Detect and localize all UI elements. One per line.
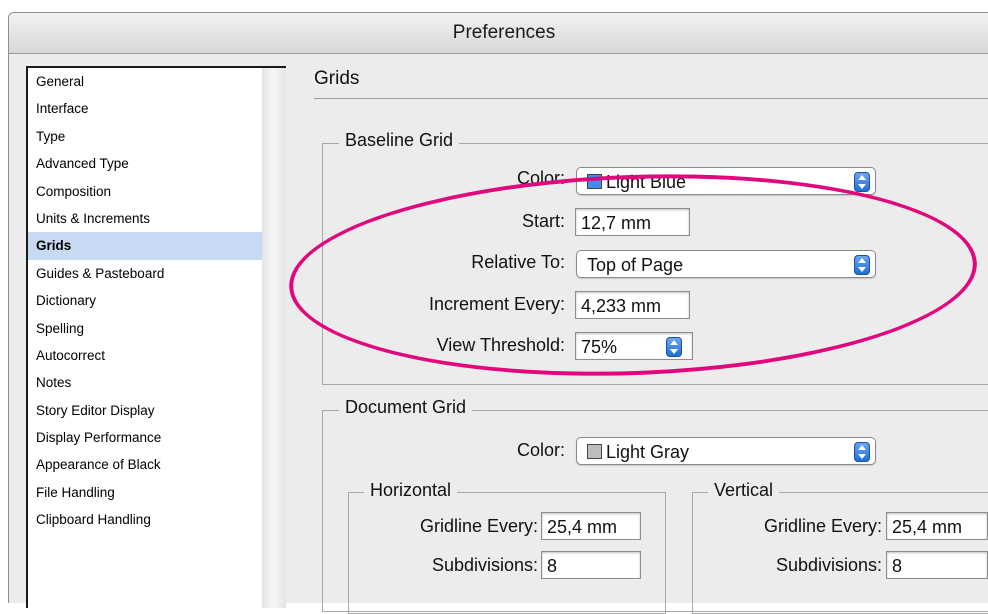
view-threshold-label: View Threshold: <box>436 335 565 355</box>
sidebar-item-guides-pasteboard[interactable]: Guides & Pasteboard <box>28 260 262 287</box>
sidebar-scrollbar[interactable] <box>262 66 286 608</box>
sidebar-item-general[interactable]: General <box>28 68 262 95</box>
horizontal-subdivisions-field[interactable]: 8 <box>541 551 641 579</box>
relative-to-label: Relative To: <box>471 252 565 272</box>
sidebar-item-file-handling[interactable]: File Handling <box>28 479 262 506</box>
view-threshold-field[interactable]: 75% <box>575 332 693 360</box>
vertical-subdivisions-field[interactable]: 8 <box>886 551 988 579</box>
sidebar-item-grids[interactable]: Grids <box>28 232 262 260</box>
baseline-color-label: Color: <box>516 168 565 188</box>
sidebar-item-clipboard-handling[interactable]: Clipboard Handling <box>28 506 262 533</box>
baseline-color-value: Light Blue <box>606 172 687 192</box>
sidebar-item-dictionary[interactable]: Dictionary <box>28 287 262 314</box>
document-color-value: Light Gray <box>606 442 690 462</box>
horizontal-gridline-label: Gridline Every: <box>419 516 538 536</box>
increment-every-label: Increment Every: <box>428 294 565 314</box>
window-title: Preferences <box>9 13 988 54</box>
horizontal-subdivisions-label: Subdivisions: <box>431 555 538 575</box>
preferences-category-list[interactable]: General Interface Type Advanced Type Com… <box>26 66 264 608</box>
document-color-label: Color: <box>516 440 565 460</box>
sidebar-item-appearance-of-black[interactable]: Appearance of Black <box>28 451 262 478</box>
popup-arrows-icon <box>854 255 870 275</box>
light-blue-swatch-icon <box>587 174 602 189</box>
view-threshold-value: 75% <box>581 337 618 357</box>
horizontal-title: Horizontal <box>364 480 458 501</box>
sidebar-item-autocorrect[interactable]: Autocorrect <box>28 342 262 369</box>
popup-arrows-icon <box>854 442 870 462</box>
start-label: Start: <box>521 211 565 231</box>
sidebar-item-type[interactable]: Type <box>28 123 262 150</box>
increment-every-field[interactable]: 4,233 mm <box>575 291 690 319</box>
vertical-gridline-field[interactable]: 25,4 mm <box>886 512 988 540</box>
start-field[interactable]: 12,7 mm <box>575 208 690 236</box>
document-grid-title: Document Grid <box>339 397 473 418</box>
sidebar-item-notes[interactable]: Notes <box>28 369 262 396</box>
baseline-color-popup[interactable]: Light Blue <box>576 167 876 195</box>
sidebar-item-units-increments[interactable]: Units & Increments <box>28 205 262 232</box>
sidebar-item-interface[interactable]: Interface <box>28 95 262 122</box>
sidebar-item-composition[interactable]: Composition <box>28 178 262 205</box>
document-color-popup[interactable]: Light Gray <box>576 437 876 465</box>
light-gray-swatch-icon <box>587 444 602 459</box>
popup-arrows-icon <box>854 172 870 192</box>
section-title: Grids <box>314 68 360 89</box>
sidebar-item-story-editor-display[interactable]: Story Editor Display <box>28 397 262 424</box>
sidebar-item-advanced-type[interactable]: Advanced Type <box>28 150 262 177</box>
relative-to-value: Top of Page <box>587 255 684 275</box>
vertical-subdivisions-label: Subdivisions: <box>775 555 882 575</box>
vertical-gridline-label: Gridline Every: <box>763 516 882 536</box>
sidebar-item-spelling[interactable]: Spelling <box>28 315 262 342</box>
baseline-grid-title: Baseline Grid <box>339 130 460 151</box>
section-divider <box>314 98 988 99</box>
sidebar-item-display-performance[interactable]: Display Performance <box>28 424 262 451</box>
vertical-title: Vertical <box>708 480 780 501</box>
horizontal-gridline-field[interactable]: 25,4 mm <box>541 512 641 540</box>
relative-to-popup[interactable]: Top of Page <box>576 250 876 278</box>
threshold-stepper-icon[interactable] <box>666 337 682 357</box>
